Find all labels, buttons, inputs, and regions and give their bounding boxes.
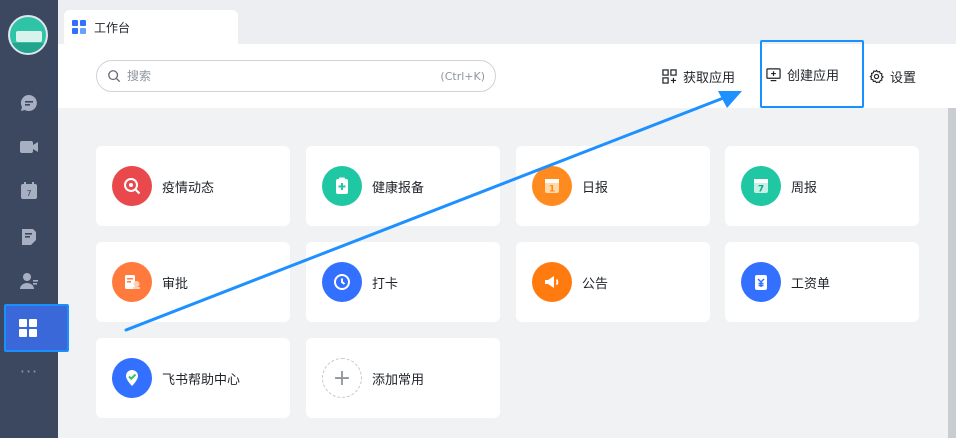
virus-search-icon [112, 166, 152, 206]
app-label: 疫情动态 [162, 180, 215, 196]
svg-text:1: 1 [549, 185, 555, 195]
app-label: 工资单 [791, 276, 831, 292]
tab-workplace[interactable]: 工作台 [64, 10, 238, 44]
app-card-check-in[interactable]: 打卡 [306, 242, 500, 322]
settings-label: 设置 [890, 70, 917, 86]
app-grid-add-icon [662, 68, 677, 84]
tab-title: 工作台 [94, 20, 131, 35]
tab-strip: 工作台 [58, 0, 956, 44]
create-app-button[interactable]: 创建应用 [760, 40, 864, 108]
more-icon[interactable]: ··· [14, 360, 44, 384]
search-box[interactable]: (Ctrl+K) [96, 60, 496, 92]
weekly-calendar-icon: 7 [741, 166, 781, 206]
help-center-icon [112, 358, 152, 398]
search-input[interactable] [127, 69, 441, 83]
app-card-approval[interactable]: 审批 [96, 242, 290, 322]
app-label: 周报 [791, 180, 818, 196]
clock-icon [322, 262, 362, 302]
svg-text:7: 7 [26, 189, 31, 198]
app-card-add-favorite[interactable]: + 添加常用 [306, 338, 500, 418]
create-app-label: 创建应用 [787, 68, 840, 84]
app-card-payslip[interactable]: 工资单 [725, 242, 919, 322]
workplace-icon[interactable] [4, 304, 69, 352]
megaphone-icon [532, 262, 572, 302]
app-label: 添加常用 [372, 372, 425, 388]
app-label: 公告 [582, 276, 609, 292]
app-card-announcement[interactable]: 公告 [516, 242, 710, 322]
search-shortcut: (Ctrl+K) [440, 69, 485, 83]
get-apps-button[interactable]: 获取应用 [662, 60, 735, 92]
monitor-add-icon [766, 67, 781, 81]
app-label: 日报 [582, 180, 609, 196]
app-label: 打卡 [372, 276, 399, 292]
scrollbar[interactable] [948, 108, 956, 438]
plus-icon: + [322, 358, 362, 398]
app-label: 健康报备 [372, 180, 425, 196]
app-card-epidemic[interactable]: 疫情动态 [96, 146, 290, 226]
app-card-help-center[interactable]: 飞书帮助中心 [96, 338, 290, 418]
docs-icon[interactable] [14, 222, 44, 252]
left-nav: 7 ··· [0, 0, 69, 438]
app-card-weekly-report[interactable]: 7 周报 [725, 146, 919, 226]
gear-icon [869, 68, 884, 83]
contacts-icon[interactable] [14, 266, 44, 296]
daily-calendar-icon: 1 [532, 166, 572, 206]
avatar[interactable] [8, 15, 48, 55]
calendar-icon[interactable]: 7 [14, 176, 44, 206]
approval-stamp-icon [112, 262, 152, 302]
settings-button[interactable]: 设置 [869, 60, 916, 92]
app-card-health-report[interactable]: 健康报备 [306, 146, 500, 226]
workplace-tab-icon [72, 20, 86, 34]
chat-icon[interactable] [14, 88, 44, 118]
workplace-header: (Ctrl+K) 获取应用 创建应用 设置 [58, 40, 956, 108]
app-label: 审批 [162, 276, 189, 292]
app-card-daily-report[interactable]: 1 日报 [516, 146, 710, 226]
search-icon [108, 70, 121, 83]
video-meeting-icon[interactable] [14, 132, 44, 162]
app-label: 飞书帮助中心 [162, 372, 241, 388]
svg-text:7: 7 [758, 185, 764, 195]
payslip-yen-icon [741, 262, 781, 302]
get-apps-label: 获取应用 [683, 70, 736, 86]
medical-clipboard-icon [322, 166, 362, 206]
